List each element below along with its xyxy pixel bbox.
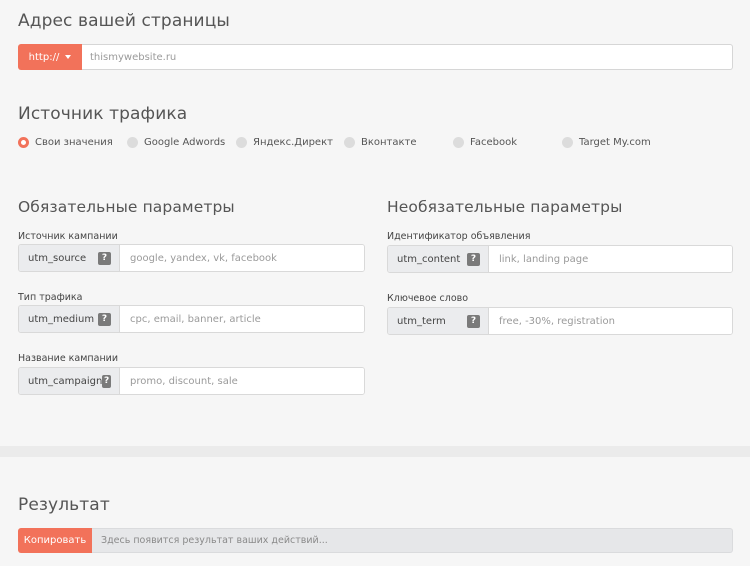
caret-down-icon	[65, 55, 72, 59]
utm-medium-addon: utm_medium ?	[19, 306, 120, 332]
radio-label: Свои значения	[35, 137, 113, 148]
help-icon[interactable]: ?	[98, 312, 111, 326]
radio-unchecked-icon	[344, 137, 355, 148]
url-row: http://	[18, 44, 733, 70]
param-name: utm_medium	[28, 313, 95, 325]
utm-source-field: utm_source ?	[18, 244, 365, 272]
param-name: utm_source	[28, 252, 87, 264]
radio-label: Google Adwords	[144, 137, 226, 148]
protocol-label: http://	[28, 51, 60, 63]
help-icon[interactable]: ?	[98, 251, 111, 265]
required-params-title: Обязательные параметры	[18, 198, 235, 216]
radio-vkontakte[interactable]: Вконтакте	[344, 137, 417, 148]
utm-term-field: utm_term ?	[387, 307, 733, 335]
utm-campaign-input[interactable]	[120, 368, 364, 394]
address-title: Адрес вашей страницы	[18, 11, 230, 31]
optional-params-title: Необязательные параметры	[387, 198, 623, 216]
utm-content-label: Идентификатор объявления	[387, 231, 531, 242]
utm-medium-label: Тип трафика	[18, 292, 83, 303]
result-output[interactable]: Здесь появится результат ваших действий.…	[92, 528, 733, 553]
utm-medium-input[interactable]	[120, 306, 364, 332]
utm-medium-field: utm_medium ?	[18, 305, 365, 333]
radio-label: Яндекс.Директ	[253, 137, 333, 148]
utm-source-label: Источник кампании	[18, 231, 118, 242]
radio-label: Вконтакте	[361, 137, 417, 148]
radio-unchecked-icon	[236, 137, 247, 148]
utm-campaign-field: utm_campaign ?	[18, 367, 365, 395]
protocol-dropdown[interactable]: http://	[18, 44, 82, 70]
radio-facebook[interactable]: Facebook	[453, 137, 517, 148]
utm-source-addon: utm_source ?	[19, 245, 120, 271]
utm-source-input[interactable]	[120, 245, 364, 271]
help-icon[interactable]: ?	[102, 374, 111, 388]
help-icon[interactable]: ?	[467, 314, 480, 328]
radio-label: Facebook	[470, 137, 517, 148]
utm-content-field: utm_content ?	[387, 245, 733, 273]
utm-term-addon: utm_term ?	[388, 308, 489, 334]
traffic-title: Источник трафика	[18, 104, 188, 124]
radio-unchecked-icon	[453, 137, 464, 148]
result-row: Копировать Здесь появится результат ваши…	[18, 528, 733, 553]
utm-campaign-label: Название кампании	[18, 353, 119, 364]
utm-content-addon: utm_content ?	[388, 246, 489, 272]
copy-button[interactable]: Копировать	[18, 528, 92, 553]
section-divider	[0, 446, 750, 457]
utm-content-input[interactable]	[489, 246, 732, 272]
param-name: utm_term	[397, 315, 446, 327]
url-input[interactable]	[82, 44, 733, 70]
utm-term-input[interactable]	[489, 308, 732, 334]
help-icon[interactable]: ?	[467, 252, 480, 266]
radio-google-adwords[interactable]: Google Adwords	[127, 137, 225, 148]
param-name: utm_campaign	[28, 375, 103, 387]
radio-custom-values[interactable]: Свои значения	[18, 137, 113, 148]
utm-campaign-addon: utm_campaign ?	[19, 368, 120, 394]
param-name: utm_content	[397, 253, 461, 265]
radio-target-mycom[interactable]: Target My.com	[562, 137, 651, 148]
radio-unchecked-icon	[562, 137, 573, 148]
radio-checked-icon	[18, 137, 29, 148]
result-title: Результат	[18, 495, 110, 515]
radio-label: Target My.com	[579, 137, 651, 148]
radio-yandex-direct[interactable]: Яндекс.Директ	[236, 137, 333, 148]
utm-term-label: Ключевое слово	[387, 293, 469, 304]
radio-unchecked-icon	[127, 137, 138, 148]
